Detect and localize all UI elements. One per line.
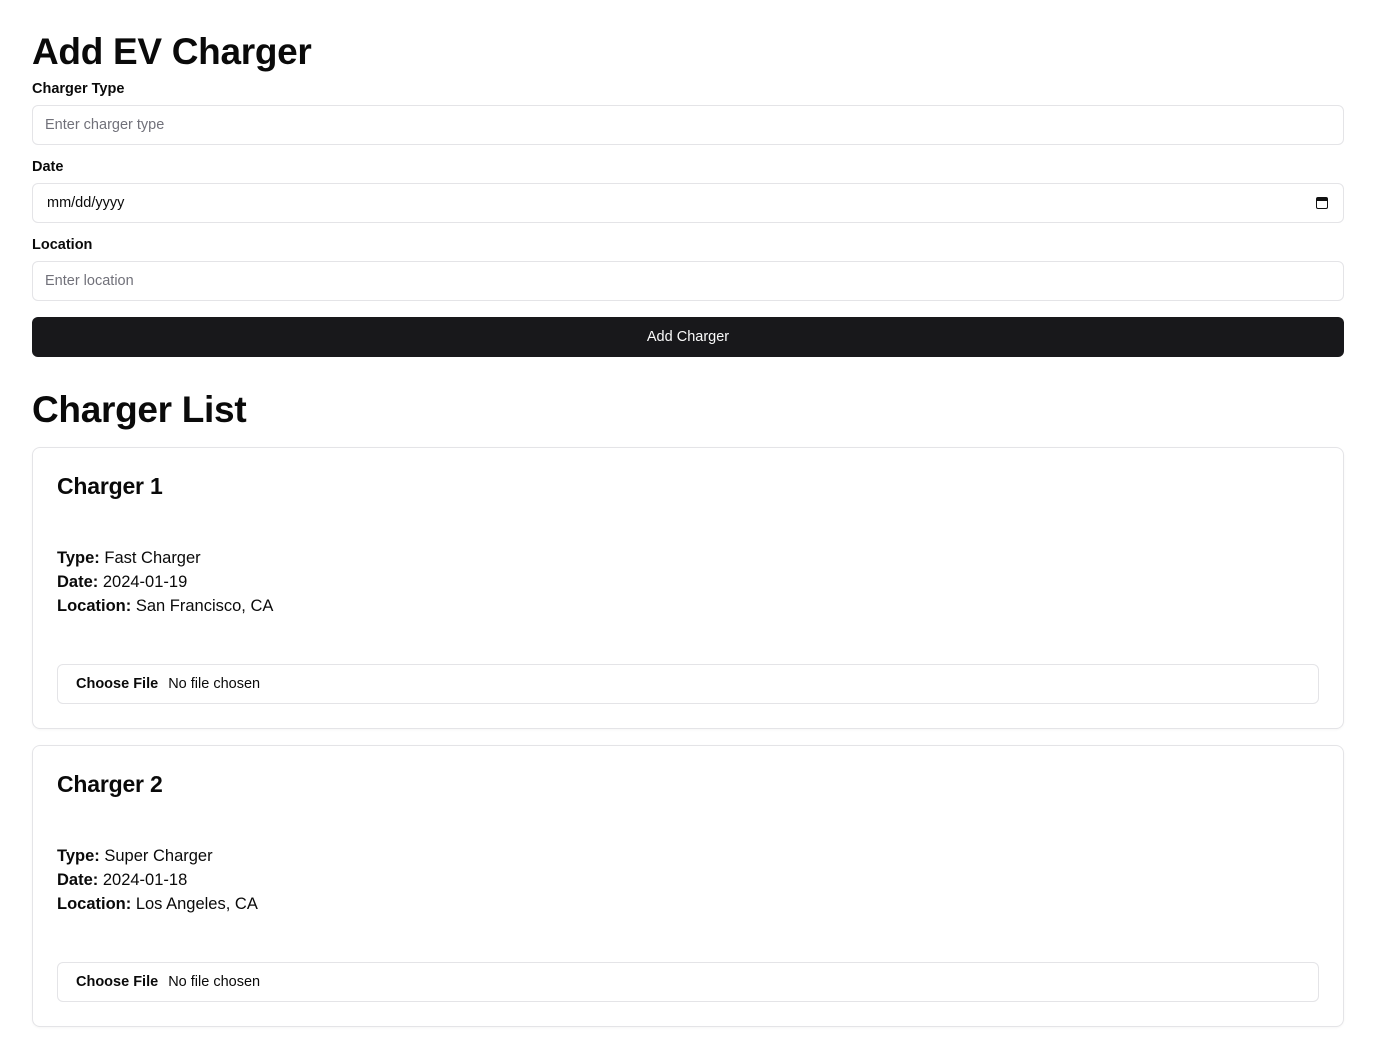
type-value: Super Charger [104, 847, 213, 865]
charger-type-input[interactable] [32, 105, 1344, 145]
location-label: Location: [57, 895, 136, 913]
type-value: Fast Charger [104, 549, 201, 567]
date-field: Date mm/dd/yyyy [32, 158, 1344, 223]
file-status: No file chosen [168, 676, 261, 692]
date-input[interactable]: mm/dd/yyyy [32, 183, 1344, 223]
charger-type-field: Charger Type [32, 80, 1344, 145]
location-value: San Francisco, CA [135, 597, 274, 615]
charger-card: Charger 1 Type: Fast Charger Date: 2024-… [32, 447, 1344, 729]
date-value: 2024-01-18 [102, 871, 188, 889]
charger-card-details: Type: Super Charger Date: 2024-01-18 Loc… [57, 844, 1319, 916]
page-title: Add EV Charger [32, 31, 312, 72]
charger-date-row: Date: 2024-01-19 [57, 570, 1319, 594]
choose-file-button[interactable]: Choose File [76, 974, 158, 990]
date-value: 2024-01-19 [102, 573, 188, 591]
date-label: Date [32, 159, 64, 175]
choose-file-button[interactable]: Choose File [76, 676, 158, 692]
charger-type-row: Type: Super Charger [57, 844, 1319, 868]
charger-type-row: Type: Fast Charger [57, 546, 1319, 570]
type-label: Type: [57, 549, 105, 567]
page: Add EV Charger Charger Type Date mm/dd/y… [0, 0, 1376, 1027]
date-label: Date: [57, 871, 103, 889]
charger-card-title: Charger 1 [57, 473, 163, 499]
location-value: Los Angeles, CA [135, 895, 258, 913]
location-field: Location [32, 236, 1344, 301]
charger-card: Charger 2 Type: Super Charger Date: 2024… [32, 745, 1344, 1027]
add-charger-form: Charger Type Date mm/dd/yyyy Location Ad… [32, 80, 1344, 357]
charger-list-title: Charger List [32, 389, 247, 430]
file-status: No file chosen [168, 974, 261, 990]
date-label: Date: [57, 573, 103, 591]
location-input[interactable] [32, 261, 1344, 301]
charger-date-row: Date: 2024-01-18 [57, 868, 1319, 892]
add-charger-button[interactable]: Add Charger [32, 317, 1344, 357]
file-upload-input[interactable]: Choose File No file chosen [57, 664, 1319, 704]
charger-location-row: Location: San Francisco, CA [57, 594, 1319, 618]
location-label: Location [32, 237, 93, 253]
date-placeholder: mm/dd/yyyy [47, 195, 125, 211]
charger-card-title: Charger 2 [57, 771, 163, 797]
charger-list: Charger 1 Type: Fast Charger Date: 2024-… [32, 447, 1344, 1027]
file-upload-input[interactable]: Choose File No file chosen [57, 962, 1319, 1002]
charger-card-details: Type: Fast Charger Date: 2024-01-19 Loca… [57, 546, 1319, 618]
calendar-icon[interactable] [1316, 197, 1328, 209]
type-label: Type: [57, 847, 105, 865]
charger-type-label: Charger Type [32, 81, 125, 97]
charger-location-row: Location: Los Angeles, CA [57, 892, 1319, 916]
location-label: Location: [57, 597, 136, 615]
